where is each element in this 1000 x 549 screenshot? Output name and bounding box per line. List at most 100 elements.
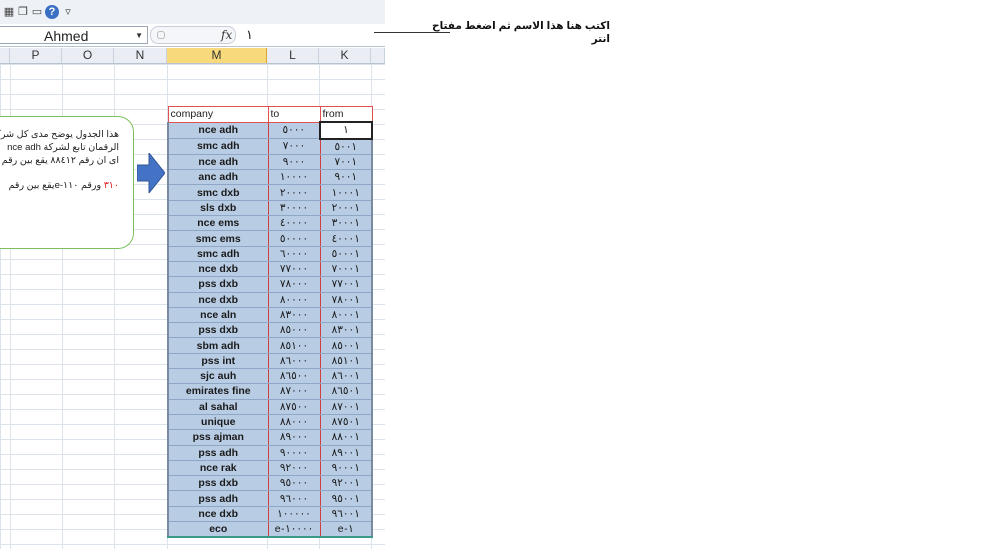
cell-to[interactable]: ٤٠٠٠٠ <box>267 215 321 232</box>
cell-from[interactable]: ٣٠٠٠١ <box>319 215 373 232</box>
cell-from[interactable]: ٨٨٠٠١ <box>319 429 373 446</box>
cell-company[interactable]: emirates fine <box>167 383 268 400</box>
cell-from[interactable]: ٧٨٠٠١ <box>319 291 373 308</box>
cell-from[interactable]: ٤٠٠٠١ <box>319 230 373 247</box>
cell-to[interactable]: ٢٠٠٠٠ <box>267 184 321 201</box>
cell-from[interactable]: ٨٧٥٠١ <box>319 413 373 431</box>
cell-to[interactable]: ٩٢٠٠٠ <box>267 459 321 477</box>
active-cell[interactable]: ١ <box>319 121 373 140</box>
cell-to[interactable]: ١٠٠٠٠ <box>267 169 321 186</box>
cell-from[interactable]: ٥٠٠٠١ <box>319 245 373 262</box>
select-all-corner[interactable] <box>0 48 10 63</box>
cell-company[interactable]: al sahal <box>167 398 268 415</box>
cell-from[interactable]: ٨٦٥٠١ <box>319 383 373 400</box>
cell-to[interactable]: ٧٧٠٠٠ <box>267 260 321 278</box>
resize-grip-icon[interactable] <box>157 31 165 39</box>
minimize-window-icon[interactable]: ▭ <box>30 5 44 19</box>
cell-to[interactable]: ١٠٠٠٠٠ <box>267 505 321 523</box>
cell-to[interactable]: ٨٩٠٠٠ <box>267 429 321 446</box>
cell-from[interactable]: ٩٢٠٠١ <box>319 475 373 492</box>
column-header-l[interactable]: L <box>267 48 319 63</box>
cell-to[interactable]: ٩٥٠٠٠ <box>267 475 321 492</box>
cell-to[interactable]: ٧٠٠٠ <box>267 138 321 155</box>
cell-company[interactable]: unique <box>167 413 268 431</box>
cell-to[interactable]: ٨٠٠٠٠ <box>267 291 321 308</box>
cell-company[interactable]: nce rak <box>167 459 268 477</box>
cell-to[interactable]: ٨٧٥٠٠ <box>267 398 321 415</box>
cell-company[interactable]: nce dxb <box>167 291 268 308</box>
right-arrow-shape[interactable] <box>137 153 165 193</box>
cell-to[interactable]: ٩٦٠٠٠ <box>267 490 321 507</box>
cell-company[interactable]: smc dxb <box>167 184 268 201</box>
cell-from[interactable]: ٧٠٠١ <box>319 153 373 171</box>
cell-to[interactable]: ٣٠٠٠٠ <box>267 199 321 217</box>
cell-from[interactable]: ٧٠٠٠١ <box>319 260 373 278</box>
cell-from[interactable]: ٩٠٠١ <box>319 169 373 186</box>
cell-from[interactable]: ٢٠٠٠١ <box>319 199 373 217</box>
cell-to[interactable]: ٨٧٠٠٠ <box>267 383 321 400</box>
cell-to[interactable]: ٨٥١٠٠ <box>267 337 321 354</box>
cell-company[interactable]: eco <box>167 521 268 539</box>
sheet-icon[interactable]: ▦ <box>2 5 16 19</box>
cell-company[interactable]: anc adh <box>167 169 268 186</box>
cell-company[interactable]: smc adh <box>167 245 268 262</box>
cell-from[interactable]: ٩٠٠٠١ <box>319 459 373 477</box>
cell-to[interactable]: ٩٠٠٠ <box>267 153 321 171</box>
customize-toolbar-icon[interactable]: ▿ <box>61 5 75 19</box>
cell-from[interactable]: ٨٩٠٠١ <box>319 444 373 461</box>
cell-from[interactable]: ١٠٠٠١ <box>319 184 373 201</box>
cell-from[interactable]: ٩٥٠٠١ <box>319 490 373 507</box>
restore-window-icon[interactable]: ❐ <box>16 5 30 19</box>
help-icon[interactable]: ? <box>45 5 59 19</box>
cell-to[interactable]: ٨٦٥٠٠ <box>267 368 321 385</box>
insert-function-icon[interactable]: fx <box>221 27 232 43</box>
header-to[interactable]: to <box>267 106 321 123</box>
formula-input[interactable]: ١ <box>238 26 385 44</box>
cell-company[interactable]: pss int <box>167 352 268 370</box>
column-header-m[interactable]: M <box>167 48 267 63</box>
header-from[interactable]: from <box>319 106 373 123</box>
cell-to[interactable]: ٨٥٠٠٠ <box>267 322 321 339</box>
cell-company[interactable]: pss dxb <box>167 322 268 339</box>
cell-company[interactable]: pss dxb <box>167 475 268 492</box>
cell-from[interactable]: ٧٧٠٠١ <box>319 276 373 293</box>
column-header-o[interactable]: O <box>62 48 114 63</box>
cell-company[interactable]: nce dxb <box>167 505 268 523</box>
cell-company[interactable]: sbm adh <box>167 337 268 354</box>
cell-from[interactable]: ٨٥٠٠١ <box>319 337 373 354</box>
cell-company[interactable]: pss adh <box>167 444 268 461</box>
column-header-n[interactable]: N <box>114 48 167 63</box>
column-header-p[interactable]: P <box>10 48 62 63</box>
cell-company[interactable]: pss dxb <box>167 276 268 293</box>
cell-to[interactable]: ٥٠٠٠ <box>267 121 321 140</box>
cell-from[interactable]: ٥٠٠١ <box>319 138 373 155</box>
header-company[interactable]: company <box>167 106 269 123</box>
explanation-callout[interactable]: هذا الجدول يوضح مدى كل شركة الرقمان تابع… <box>0 116 134 249</box>
cell-company[interactable]: smc adh <box>167 138 268 155</box>
cell-from[interactable]: ٨٦٠٠١ <box>319 368 373 385</box>
cell-from[interactable]: ٨٣٠٠١ <box>319 322 373 339</box>
name-box[interactable]: Ahmed ▼ <box>0 26 148 44</box>
cell-from[interactable]: e-١ <box>319 521 373 539</box>
cell-company[interactable]: nce adh <box>167 121 268 140</box>
cell-company[interactable]: nce ems <box>167 215 268 232</box>
cell-company[interactable]: sls dxb <box>167 199 268 217</box>
cell-to[interactable]: ٩٠٠٠٠ <box>267 444 321 461</box>
cell-to[interactable]: ٨٣٠٠٠ <box>267 306 321 324</box>
cell-from[interactable]: ٨٧٠٠١ <box>319 398 373 415</box>
column-header-partial[interactable] <box>371 48 385 63</box>
cell-company[interactable]: sjc auh <box>167 368 268 385</box>
cell-to[interactable]: ٨٨٠٠٠ <box>267 413 321 431</box>
cell-to[interactable]: ٨٦٠٠٠ <box>267 352 321 370</box>
cell-to[interactable]: ٦٠٠٠٠ <box>267 245 321 262</box>
cell-from[interactable]: ٨٠٠٠١ <box>319 306 373 324</box>
cell-company[interactable]: smc ems <box>167 230 268 247</box>
cell-to[interactable]: e-١٠٠٠٠ <box>267 521 321 539</box>
chevron-down-icon[interactable]: ▼ <box>135 27 143 45</box>
cell-from[interactable]: ٩٦٠٠١ <box>319 505 373 523</box>
cell-company[interactable]: nce adh <box>167 153 268 171</box>
cell-company[interactable]: pss adh <box>167 490 268 507</box>
cell-to[interactable]: ٥٠٠٠٠ <box>267 230 321 247</box>
cell-company[interactable]: pss ajman <box>167 429 268 446</box>
cell-from[interactable]: ٨٥١٠١ <box>319 352 373 370</box>
